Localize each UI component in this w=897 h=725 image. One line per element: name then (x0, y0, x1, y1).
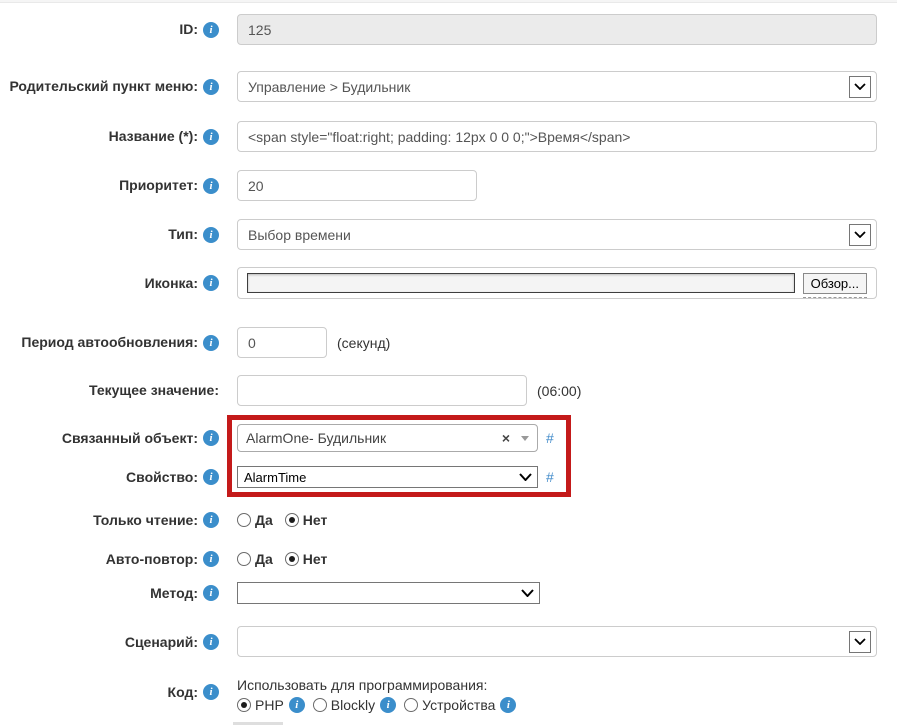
code-devices-radio[interactable] (404, 698, 419, 713)
info-icon[interactable]: i (203, 226, 219, 243)
read-only-no-radio[interactable] (284, 513, 299, 528)
row-name: Название (*): i (0, 121, 897, 152)
row-icon: Иконка: i Обзор... (0, 267, 897, 299)
info-icon[interactable]: i (203, 177, 219, 194)
auto-repeat-no-radio[interactable] (284, 552, 299, 567)
info-icon[interactable]: i (500, 697, 517, 714)
chevron-down-icon (849, 75, 871, 98)
clear-icon[interactable]: × (502, 431, 510, 445)
linked-object-label: Связанный объект: (61, 429, 198, 446)
read-only-yes-radio[interactable] (237, 513, 251, 528)
row-read-only: Только чтение: i Да Нет (0, 512, 897, 529)
row-id: ID: i (0, 14, 897, 45)
property-hash-link[interactable]: # (546, 469, 554, 485)
id-field (237, 14, 877, 45)
code-blockly-label[interactable]: Blockly (331, 697, 375, 713)
auto-repeat-label: Авто-повтор: (105, 551, 198, 568)
row-parent-menu: Родительский пункт меню: i Управление > … (0, 71, 897, 102)
dropdown-triangle-icon (521, 435, 529, 441)
type-label: Тип: (168, 226, 198, 243)
scenario-select[interactable] (237, 626, 877, 658)
parent-menu-label: Родительский пункт меню: (9, 78, 198, 95)
info-icon[interactable]: i (203, 469, 219, 485)
info-icon[interactable]: i (288, 697, 305, 714)
menu-item-edit-form: ID: i Родительский пункт меню: i Управле… (0, 3, 897, 714)
linked-object-select2[interactable]: AlarmOne- Будильник × (237, 424, 538, 452)
current-value-label: Текущее значение: (89, 382, 219, 399)
row-code: Код: i Использовать для программирования… (0, 677, 897, 714)
code-php-radio[interactable] (237, 698, 251, 713)
row-method: Метод: i (0, 582, 897, 605)
property-select[interactable]: AlarmTime (237, 466, 538, 488)
auto-repeat-yes-radio[interactable] (237, 552, 251, 567)
chevron-down-icon (519, 473, 532, 481)
refresh-period-hint: (секунд) (337, 334, 391, 351)
current-value-field[interactable] (237, 375, 527, 406)
priority-label: Приоритет: (119, 177, 198, 194)
method-label: Метод: (150, 585, 198, 602)
row-property: Свойство: i AlarmTime # (0, 466, 897, 488)
read-only-no-label[interactable]: Нет (303, 512, 328, 528)
name-label: Название (*): (108, 128, 198, 145)
row-refresh-period: Период автообновления: i (секунд) (0, 327, 897, 358)
info-icon[interactable]: i (203, 684, 219, 701)
chevron-down-icon (521, 589, 534, 598)
chevron-down-icon (849, 630, 871, 653)
parent-menu-select[interactable]: Управление > Будильник (237, 71, 877, 102)
info-icon[interactable]: i (203, 275, 219, 291)
id-label: ID: (179, 21, 198, 38)
info-icon[interactable]: i (203, 128, 219, 145)
type-selected-value: Выбор времени (248, 226, 351, 243)
read-only-yes-label[interactable]: Да (255, 512, 273, 528)
code-prompt: Использовать для программирования: (237, 677, 488, 694)
info-icon[interactable]: i (203, 334, 219, 351)
refresh-period-field[interactable] (237, 327, 327, 358)
code-php-label[interactable]: PHP (255, 697, 284, 713)
row-scenario: Сценарий: i (0, 626, 897, 658)
type-select[interactable]: Выбор времени (237, 219, 877, 250)
linked-object-group: Связанный объект: i AlarmOne- Будильник … (0, 415, 897, 497)
icon-file-input: Обзор... (237, 267, 877, 299)
property-selected-value: AlarmTime (244, 469, 307, 485)
info-icon[interactable]: i (203, 78, 219, 95)
icon-label: Иконка: (144, 274, 198, 291)
method-select[interactable] (237, 582, 540, 605)
info-icon[interactable]: i (203, 430, 219, 446)
code-devices-label[interactable]: Устройства (422, 697, 495, 713)
info-icon[interactable]: i (203, 585, 219, 602)
info-icon[interactable]: i (203, 633, 219, 650)
info-icon[interactable]: i (380, 697, 397, 714)
scenario-label: Сценарий: (124, 633, 198, 650)
auto-repeat-yes-label[interactable]: Да (255, 551, 273, 567)
code-language-radios: PHP i Blockly i Устройства i (237, 697, 524, 714)
refresh-period-label: Период автообновления: (21, 334, 198, 351)
chevron-down-icon (849, 223, 871, 246)
linked-object-selected-value: AlarmOne- Будильник (246, 430, 387, 446)
info-icon[interactable]: i (203, 512, 219, 529)
row-auto-repeat: Авто-повтор: i Да Нет (0, 551, 897, 568)
read-only-label: Только чтение: (93, 512, 198, 528)
linked-object-hash-link[interactable]: # (546, 430, 554, 446)
auto-repeat-no-label[interactable]: Нет (303, 551, 328, 567)
code-blockly-radio[interactable] (312, 698, 327, 713)
info-icon[interactable]: i (203, 21, 219, 38)
row-priority: Приоритет: i (0, 170, 897, 201)
parent-menu-selected-value: Управление > Будильник (248, 78, 411, 95)
priority-field[interactable] (237, 170, 477, 201)
info-icon[interactable]: i (203, 551, 219, 568)
row-current-value: Текущее значение: (06:00) (0, 375, 897, 406)
icon-file-path-field[interactable] (247, 273, 795, 293)
browse-button[interactable]: Обзор... (802, 272, 868, 298)
current-value-hint: (06:00) (537, 382, 582, 399)
row-linked-object: Связанный объект: i AlarmOne- Будильник … (0, 424, 897, 452)
code-label: Код: (167, 684, 198, 701)
property-label: Свойство: (126, 468, 198, 485)
row-type: Тип: i Выбор времени (0, 219, 897, 250)
name-field[interactable] (237, 121, 877, 152)
